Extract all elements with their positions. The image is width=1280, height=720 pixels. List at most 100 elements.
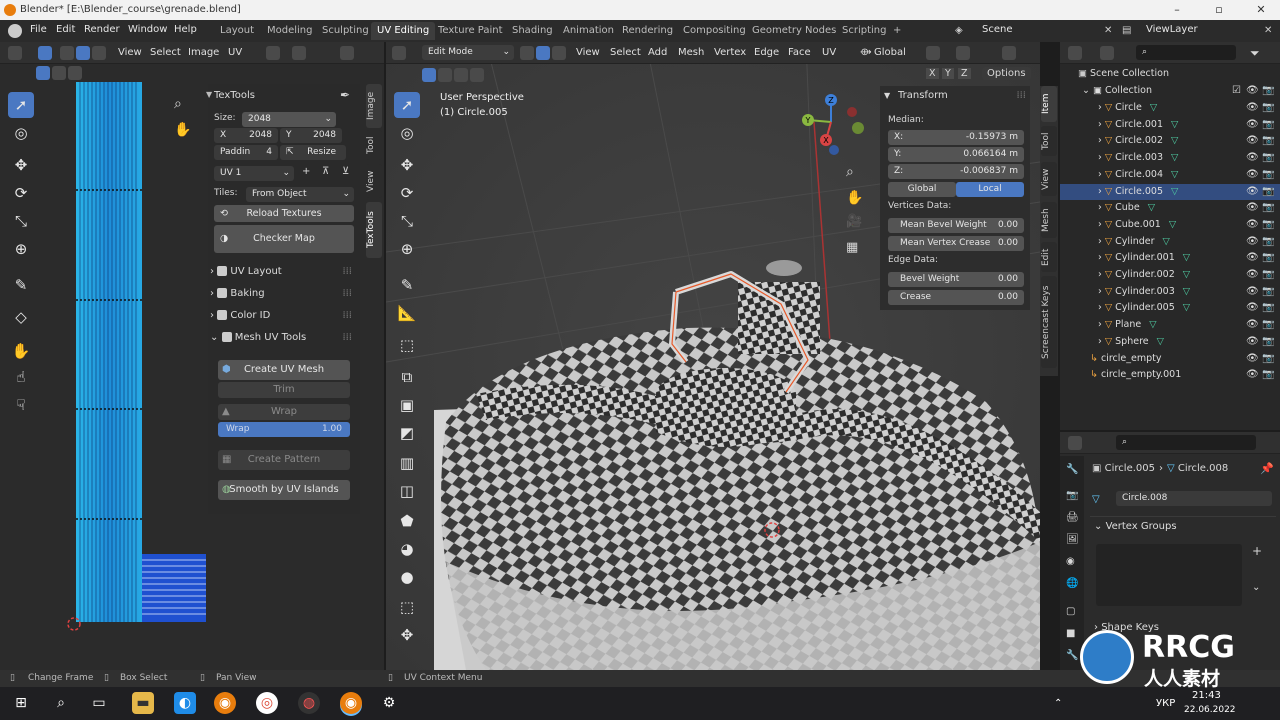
outliner-item-cylinder-002[interactable]: › ▽ Cylinder.002 ▽ 👁 📷 [1060,267,1280,284]
windows-start-icon[interactable]: ⊞ [10,692,32,714]
outliner-item-circle[interactable]: › ▽ Circle ▽ 👁 📷 [1060,100,1280,117]
workspace-tab-sculpting[interactable]: Sculpting [322,25,369,36]
workspace-tab-layout[interactable]: Layout [220,25,254,36]
eye-icon[interactable]: 👁 [1246,100,1259,116]
section-uv-layout[interactable]: › UV Layout ⁞⁞⁞ [210,266,356,277]
select-box-tool-icon[interactable]: ➚ [394,92,420,118]
add-vertex-group-icon[interactable]: + [1252,544,1262,558]
eyedropper-icon[interactable]: ✒ [340,88,350,102]
size-x-field[interactable]: X 2048 [214,128,278,143]
uv-tab-textools[interactable]: TexTools [366,202,382,258]
create-uv-mesh-button[interactable]: ⬢ Create UV Mesh [218,360,350,380]
scale-tool-icon[interactable]: ⤡ [8,208,34,234]
vp-menu-uv[interactable]: UV [822,47,836,58]
editor-type-icon[interactable] [1068,436,1082,450]
add-cube-tool-icon[interactable]: ⬚ [394,332,420,358]
drag-handle-icon[interactable]: ⁞⁞⁞ [1016,90,1026,101]
poly-build-tool-icon[interactable]: ⬟ [394,508,420,534]
eye-icon[interactable]: 👁 [1246,300,1259,316]
rotate-tool-icon[interactable]: ⟳ [8,180,34,206]
vertex-select-icon[interactable] [60,46,74,60]
chevron-right-icon[interactable]: › [1098,135,1105,146]
camera-icon[interactable]: 📷 [1262,150,1274,166]
close-icon[interactable]: ✕ [1254,3,1268,17]
mean-vertex-crease-field[interactable]: Mean Vertex Crease 0.00 [888,236,1024,251]
proportional-edit-icon[interactable] [340,46,354,60]
face-select-icon[interactable] [92,46,106,60]
camera-icon[interactable]: 📷 [1262,83,1274,99]
edge-slide-tool-icon[interactable]: ⬚ [394,594,420,620]
zoom-view-icon[interactable]: ⌕ [174,96,182,112]
scene-properties-icon[interactable]: ◉ [1066,556,1075,567]
workspace-tab-animation[interactable]: Animation [563,25,614,36]
editor-type-icon[interactable] [8,46,22,60]
camera-icon[interactable]: 📷 [1262,167,1274,183]
mean-bevel-weight-field[interactable]: Mean Bevel Weight 0.00 [888,218,1024,233]
mirror-y-toggle[interactable]: Y [942,68,954,79]
editor-type-icon[interactable] [392,46,406,60]
section-baking[interactable]: › Baking ⁞⁞⁞ [210,288,356,299]
menu-help[interactable]: Help [174,24,197,35]
filter-icon[interactable]: ⏷ [1250,46,1260,61]
outliner-search-input[interactable]: ⌕ [1136,45,1236,60]
uv-tab-view[interactable]: View [366,164,382,198]
uv-tab-tool[interactable]: Tool [366,130,382,160]
pivot-icon[interactable] [266,46,280,60]
outliner-item-circle_empty-001[interactable]: ↳ circle_empty.001 👁 📷 [1060,367,1280,384]
chevron-right-icon[interactable]: › [1098,286,1105,297]
wrap-slider[interactable]: Wrap 1.00 [218,422,350,437]
median-x-field[interactable]: X: -0.15973 m [888,130,1024,145]
cursor-tool-icon[interactable]: ◎ [394,120,420,146]
vp-tab-view[interactable]: View [1041,162,1057,196]
delete-viewlayer-icon[interactable]: ✕ [1264,25,1272,36]
outliner-item-cube[interactable]: › ▽ Cube ▽ 👁 📷 [1060,200,1280,217]
eye-icon[interactable]: 👁 [1246,200,1259,216]
chevron-right-icon[interactable]: › [1098,202,1105,213]
vp-menu-mesh[interactable]: Mesh [678,47,704,58]
eye-icon[interactable]: 👁 [1246,150,1259,166]
eye-icon[interactable]: 👁 [1246,367,1259,383]
menu-file[interactable]: File [30,24,47,35]
chevron-right-icon[interactable]: › [1098,336,1105,347]
trim-button[interactable]: Trim [218,382,350,398]
transform-title[interactable]: Transform [898,90,948,101]
select-mode-extend-icon[interactable] [438,68,452,82]
vp-menu-select[interactable]: Select [610,47,641,58]
workspace-tab-scripting[interactable]: Scripting [842,25,886,36]
uv-island-strip[interactable] [76,82,142,622]
vertex-groups-list[interactable] [1096,544,1242,606]
select-mode-extend-icon[interactable] [52,66,66,80]
outliner-item-sphere[interactable]: › ▽ Sphere ▽ 👁 📷 [1060,334,1280,351]
vp-tab-item[interactable]: Item [1041,86,1057,122]
editor-type-icon[interactable] [1068,46,1082,60]
clock-time[interactable]: 21:43 [1192,690,1221,701]
uv-menu-image[interactable]: Image [188,47,219,58]
workspace-tab-uv-editing[interactable]: UV Editing [371,22,436,40]
vp-menu-view[interactable]: View [576,47,600,58]
mesh-name-field[interactable]: Circle.008 [1116,491,1272,506]
transform-tool-icon[interactable]: ⊕ [8,236,34,262]
select-mode-invert-icon[interactable] [470,68,484,82]
section-mesh-uv-tools[interactable]: ⌄ Mesh UV Tools ⁞⁞⁞ [210,332,356,343]
workspace-tab-modeling[interactable]: Modeling [267,25,313,36]
viewlayer-icon[interactable]: ▤ [1122,25,1131,36]
workspace-tab-geometry-nodes[interactable]: Geometry Nodes [752,25,836,36]
bevel-weight-field[interactable]: Bevel Weight 0.00 [888,272,1024,287]
scene-name[interactable]: Scene [982,24,1013,35]
chevron-right-icon[interactable]: › [1098,219,1105,230]
chevron-right-icon[interactable]: › [1098,152,1105,163]
tray-chevron-icon[interactable]: ⌃ [1054,698,1062,709]
move-uv-down-icon[interactable]: ⊻ [342,166,349,177]
pivot-point-icon[interactable] [926,46,940,60]
camera-icon[interactable]: 📷 [1262,300,1274,316]
mirror-z-toggle[interactable]: Z [958,68,971,79]
lever-block[interactable] [738,282,820,354]
create-pattern-button[interactable]: ▦ Create Pattern [218,450,350,470]
outliner-item-cylinder[interactable]: › ▽ Cylinder ▽ 👁 📷 [1060,234,1280,251]
camera-icon[interactable]: 📷 [1262,284,1274,300]
camera-icon[interactable]: 📷 [1262,234,1274,250]
outliner-item-cylinder-001[interactable]: › ▽ Cylinder.001 ▽ 👁 📷 [1060,250,1280,267]
pan-view-icon[interactable]: ✋ [846,190,863,206]
vertex-group-menu-icon[interactable]: ⌄ [1252,582,1260,593]
edge-select-mode-icon[interactable] [536,46,550,60]
